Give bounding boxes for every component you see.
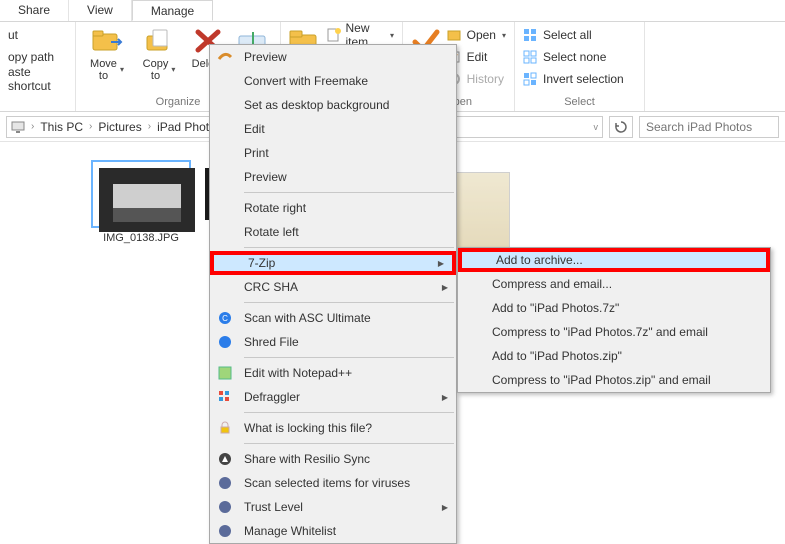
clipboard-cut[interactable]: ut <box>6 24 69 46</box>
group-label-select: Select <box>521 94 638 109</box>
breadcrumb-item[interactable]: Pictures <box>96 120 143 134</box>
swoosh-icon <box>216 48 234 66</box>
menu-separator <box>244 302 454 303</box>
ctx-shred-file[interactable]: Shred File <box>210 330 456 354</box>
ctx-crc-sha[interactable]: CRC SHA <box>210 275 456 299</box>
trust-icon <box>216 498 234 516</box>
whitelist-icon <box>216 522 234 540</box>
invert-selection-icon <box>523 72 539 86</box>
ctx-what-is-locking[interactable]: What is locking this file? <box>210 416 456 440</box>
chevron-right-icon[interactable]: › <box>31 121 34 132</box>
open-dropdown[interactable]: Open <box>445 24 508 46</box>
ctx-resilio-share[interactable]: Share with Resilio Sync <box>210 447 456 471</box>
ctx-7zip[interactable]: 7-Zip <box>210 251 456 275</box>
invert-selection-button[interactable]: Invert selection <box>521 68 638 90</box>
select-none-button[interactable]: Select none <box>521 46 638 68</box>
ctx-defraggler[interactable]: Defraggler <box>210 385 456 409</box>
ctx-set-background[interactable]: Set as desktop background <box>210 93 456 117</box>
chevron-right-icon[interactable]: › <box>148 121 151 132</box>
menu-separator <box>244 247 454 248</box>
breadcrumb-item[interactable]: This PC <box>38 120 85 134</box>
tab-view[interactable]: View <box>69 0 132 21</box>
ctx-rotate-left[interactable]: Rotate left <box>210 220 456 244</box>
defraggler-icon <box>216 388 234 406</box>
group-label <box>6 106 69 109</box>
thumbnail-image <box>93 162 189 226</box>
ctx-compress-7z-email[interactable]: Compress to "iPad Photos.7z" and email <box>458 320 770 344</box>
shred-icon <box>216 333 234 351</box>
ctx-rotate-right[interactable]: Rotate right <box>210 196 456 220</box>
ctx-print[interactable]: Print <box>210 141 456 165</box>
antivirus-icon <box>216 474 234 492</box>
menu-separator <box>244 357 454 358</box>
chevron-down-icon[interactable]: v <box>594 122 599 132</box>
ctx-trust-level[interactable]: Trust Level <box>210 495 456 519</box>
folder-copy-icon <box>143 26 175 56</box>
context-menu: Preview Convert with Freemake Set as des… <box>209 44 457 544</box>
ctx-convert-freemake[interactable]: Convert with Freemake <box>210 69 456 93</box>
file-name: IMG_0138.JPG <box>103 232 179 244</box>
menu-separator <box>244 412 454 413</box>
menu-separator <box>244 443 454 444</box>
select-none-icon <box>523 50 539 64</box>
move-to-button[interactable]: Move to <box>82 24 132 94</box>
copy-to-button[interactable]: Copy to <box>134 24 184 94</box>
ctx-preview[interactable]: Preview <box>210 45 456 69</box>
context-submenu-7zip: Add to archive... Compress and email... … <box>457 247 771 393</box>
chevron-right-icon[interactable]: › <box>89 121 92 132</box>
ctx-scan-virus[interactable]: Scan selected items for viruses <box>210 471 456 495</box>
tab-share[interactable]: Share <box>0 0 69 21</box>
file-thumbnail[interactable]: IMG_0138.JPG <box>86 162 196 244</box>
ctx-preview-2[interactable]: Preview <box>210 165 456 189</box>
svg-text:C: C <box>222 314 228 323</box>
folder-move-icon <box>91 26 123 56</box>
ctx-add-to-7z[interactable]: Add to "iPad Photos.7z" <box>458 296 770 320</box>
asc-icon: C <box>216 309 234 327</box>
ctx-compress-zip-email[interactable]: Compress to "iPad Photos.zip" and email <box>458 368 770 392</box>
ribbon-tabs: Share View Manage <box>0 0 785 22</box>
tab-manage[interactable]: Manage <box>132 0 213 21</box>
ctx-scan-asc[interactable]: CScan with ASC Ultimate <box>210 306 456 330</box>
open-icon <box>447 28 463 42</box>
ctx-edit-notepadpp[interactable]: Edit with Notepad++ <box>210 361 456 385</box>
select-all-button[interactable]: Select all <box>521 24 638 46</box>
lock-icon <box>216 419 234 437</box>
ctx-edit[interactable]: Edit <box>210 117 456 141</box>
ctx-add-to-archive[interactable]: Add to archive... <box>458 248 770 272</box>
pc-icon <box>11 120 27 134</box>
new-item-icon <box>326 27 342 43</box>
clipboard-paste-shortcut[interactable]: aste shortcut <box>6 68 69 90</box>
notepadpp-icon <box>216 364 234 382</box>
menu-separator <box>244 192 454 193</box>
ctx-add-to-zip[interactable]: Add to "iPad Photos.zip" <box>458 344 770 368</box>
ctx-compress-and-email[interactable]: Compress and email... <box>458 272 770 296</box>
resilio-icon <box>216 450 234 468</box>
select-all-icon <box>523 28 539 42</box>
refresh-button[interactable] <box>609 116 633 138</box>
new-item-dropdown[interactable]: New item <box>324 24 397 46</box>
breadcrumb-item[interactable]: iPad Phot <box>155 120 211 134</box>
search-input[interactable] <box>639 116 779 138</box>
